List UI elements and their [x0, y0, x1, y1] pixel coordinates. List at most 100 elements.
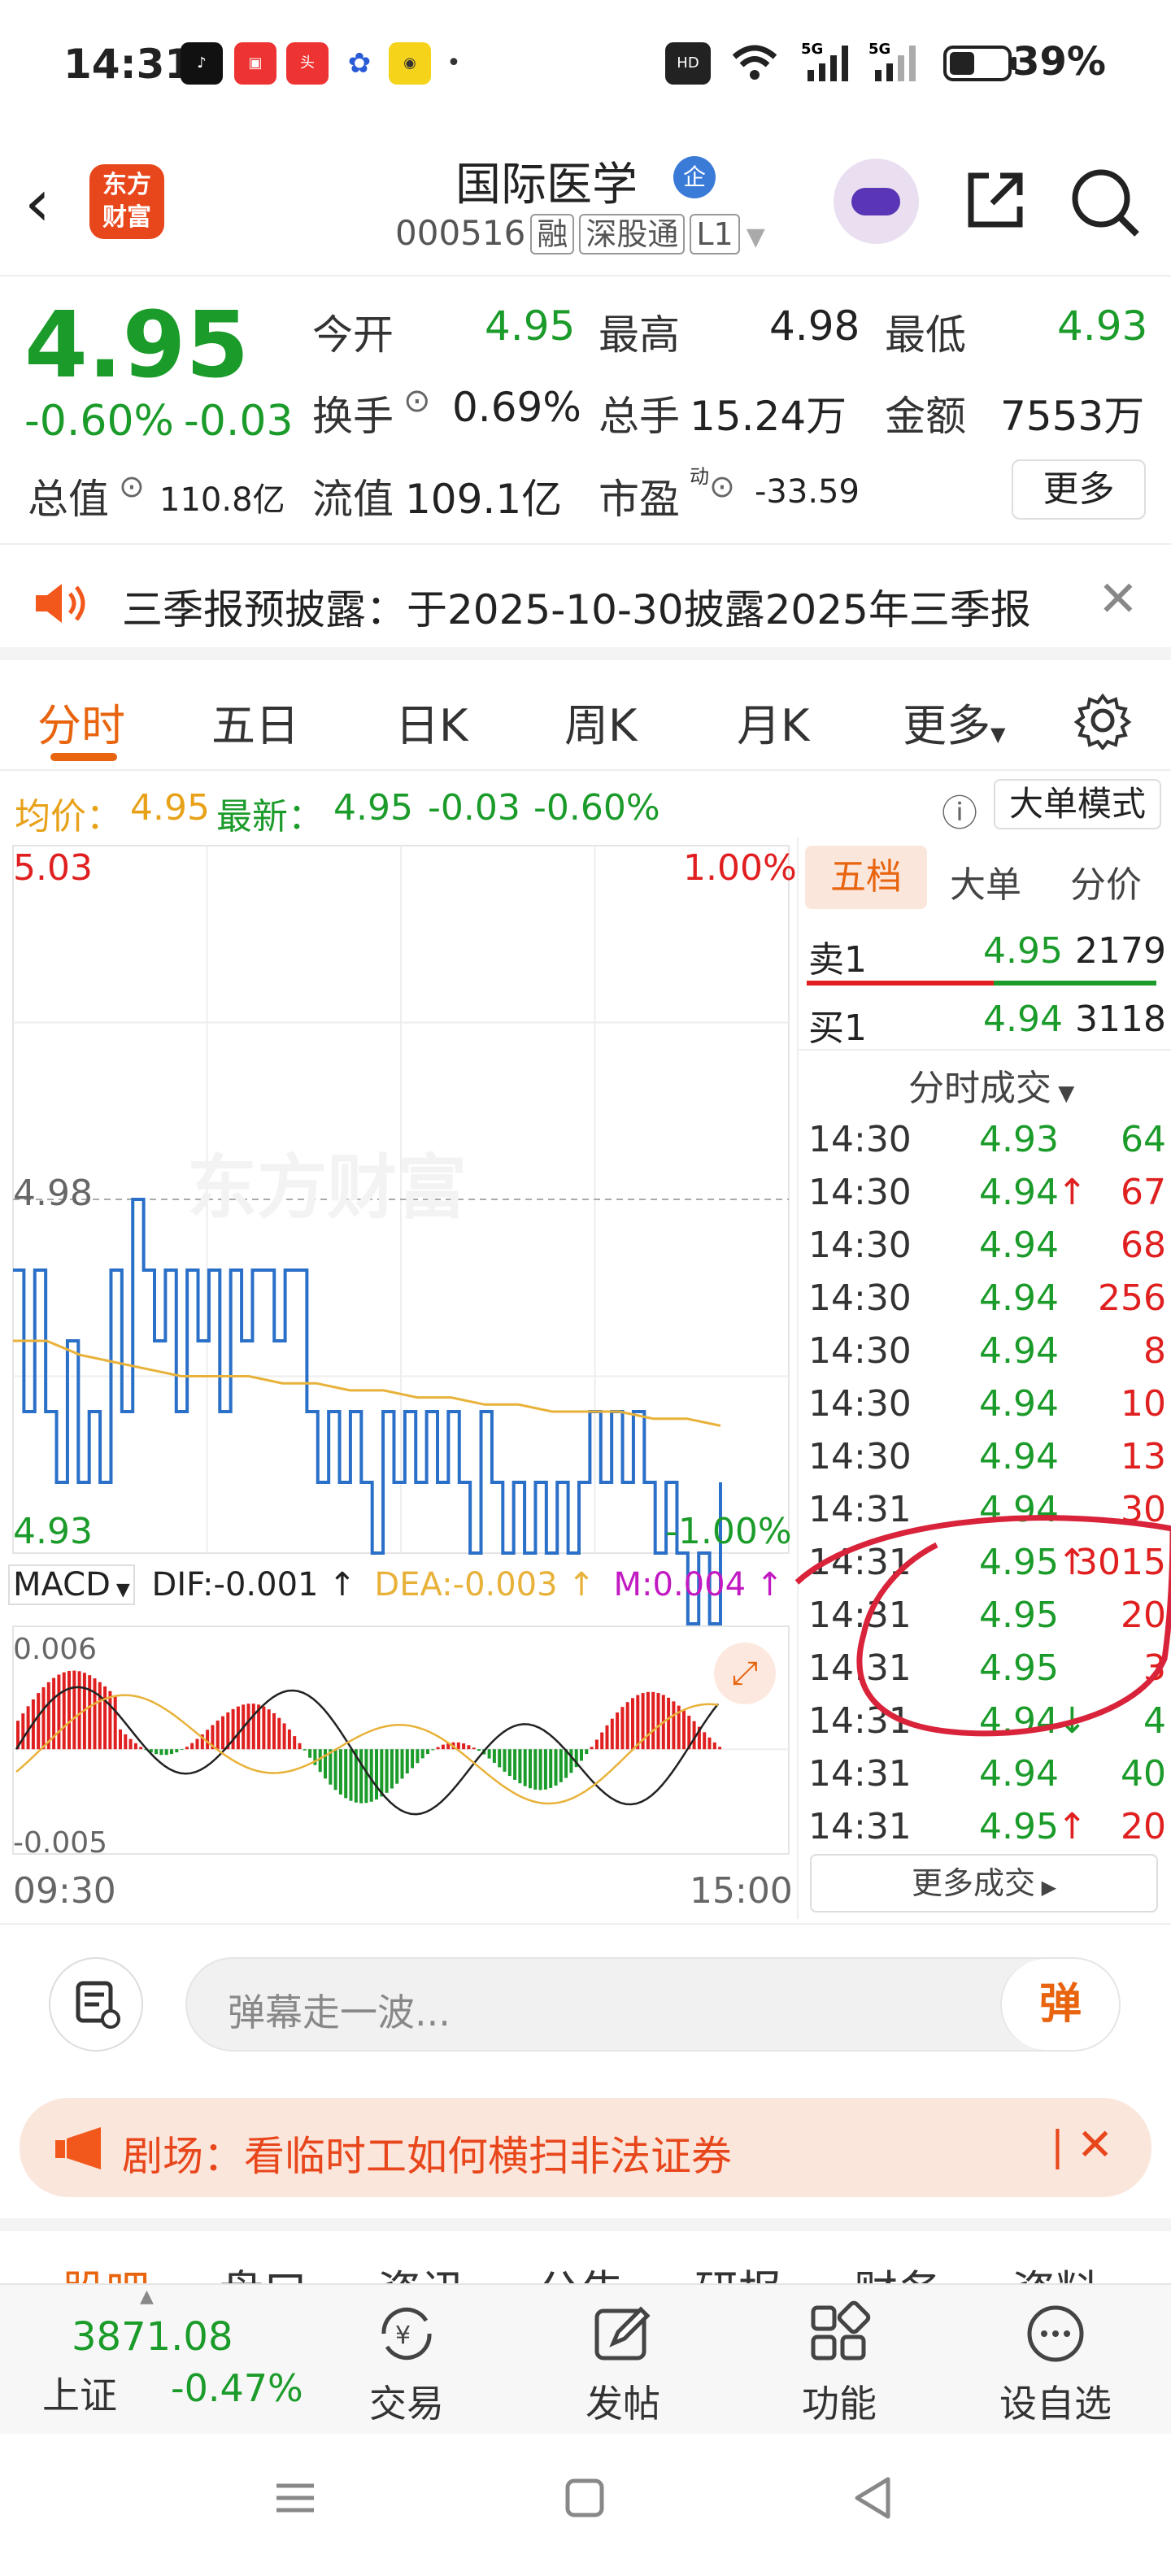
search-icon[interactable] — [1065, 163, 1143, 241]
tab-more[interactable]: 更多▼ — [903, 690, 1005, 754]
danmaku-send-button[interactable]: 弹 — [1000, 1959, 1119, 2050]
tab-news[interactable]: 资讯 — [377, 2256, 465, 2283]
intraday-chart[interactable]: 5.03 1.00% 4.98 4.93 -1.00% 东方财富 MACD ▼ … — [0, 838, 797, 1919]
index-percent: -0.47% — [171, 2366, 303, 2410]
tab-price-dist[interactable]: 分价 — [1070, 855, 1142, 907]
nav-trade[interactable]: ¥ 交易 — [342, 2285, 472, 2435]
tab-forum[interactable]: 股吧 — [62, 2256, 150, 2283]
tab-five-day[interactable]: 五日 — [211, 690, 299, 754]
tick-row: 14:30 4.94 8 — [808, 1327, 1166, 1379]
menu-icon[interactable] — [273, 2476, 317, 2520]
tab-big-orders[interactable]: 大单 — [950, 855, 1021, 907]
connect-tag: 深股通 — [579, 214, 686, 255]
tab-weekly-k[interactable]: 周K — [564, 690, 637, 754]
macd-bar — [426, 1749, 429, 1755]
tab-announcements[interactable]: 公告 — [537, 2256, 625, 2283]
tick-row: 14:30 4.94 10 — [808, 1380, 1166, 1432]
info-icon[interactable]: ⊙ — [119, 468, 145, 504]
tab-research[interactable]: 研报 — [694, 2256, 782, 2283]
tab-finance[interactable]: 财务 — [854, 2256, 942, 2283]
macd-bar — [538, 1749, 542, 1791]
buy-price: 4.94 — [983, 999, 1063, 1040]
macd-bar — [472, 1747, 476, 1750]
expand-icon[interactable]: ⤢ — [714, 1643, 776, 1704]
macd-bar — [405, 1749, 409, 1773]
macd-bar — [175, 1749, 179, 1753]
tab-daily-k[interactable]: 日K — [395, 690, 468, 754]
app-yellow-icon: ◉ — [389, 42, 431, 85]
tab-intraday[interactable]: 分时 — [37, 690, 125, 754]
order-book-panel: 五档 大单 分价 卖1 4.95 2179 买1 4.94 3118 分时成交 … — [794, 838, 1171, 1919]
tab-five-levels[interactable]: 五档 — [805, 846, 927, 909]
macd-bar — [590, 1747, 594, 1750]
close-icon[interactable]: ✕ — [1098, 571, 1138, 628]
home-icon[interactable] — [563, 2476, 607, 2520]
chevron-down-icon[interactable]: ▼ — [747, 223, 765, 251]
tick-volume: 8 — [1143, 1330, 1166, 1372]
nav-post[interactable]: 发帖 — [558, 2285, 688, 2435]
macd-bar — [518, 1749, 522, 1784]
tab-monthly-k[interactable]: 月K — [737, 690, 809, 754]
macd-selector[interactable]: MACD ▼ — [8, 1564, 135, 1605]
chevron-down-icon: ▼ — [1051, 1081, 1075, 1106]
nav-add-watchlist[interactable]: 设自选 — [990, 2285, 1121, 2435]
info-icon[interactable]: ⊙ — [709, 468, 735, 504]
macd-bar — [124, 1734, 128, 1750]
tick-time: 14:30 — [808, 1119, 912, 1160]
bottom-nav: ▲ 3871.08 上证 -0.47% ¥ 交易 发帖 功能 设自选 — [0, 2283, 1171, 2434]
promo-banner[interactable]: 剧场：看临时工如何横扫非法证券 | ✕ — [20, 2098, 1151, 2197]
volume-label: 总手 — [599, 393, 680, 440]
tab-profile[interactable]: 资料 — [1012, 2256, 1099, 2283]
big-order-mode-button[interactable]: 大单模式 — [994, 779, 1161, 829]
app-logo: 东方 财富 — [89, 164, 164, 239]
macd-bar — [441, 1744, 445, 1750]
banner-text: 剧场：看临时工如何横扫非法证券 — [122, 2133, 732, 2180]
tick-price: 4.94 — [979, 1225, 1059, 1266]
tick-row: 14:30 4.93 64 — [808, 1116, 1166, 1168]
macd-bar — [108, 1690, 112, 1750]
index-ticker[interactable]: ▲ 3871.08 上证 -0.47% — [0, 2285, 342, 2435]
info-icon[interactable]: ⊙ — [403, 382, 431, 420]
macd-bar — [262, 1706, 266, 1750]
chevron-down-icon: ▼ — [990, 723, 1006, 746]
tick-price: 4.93 — [979, 1119, 1059, 1160]
macd-bar — [420, 1749, 424, 1759]
back-icon[interactable]: ‹ — [24, 171, 50, 236]
macd-bar — [221, 1716, 224, 1750]
share-icon[interactable] — [960, 163, 1033, 236]
macd-bar — [185, 1747, 189, 1750]
macd-bar — [195, 1738, 199, 1750]
assistant-avatar[interactable] — [834, 159, 919, 244]
back-nav-icon[interactable] — [849, 2474, 896, 2522]
more-quote-button[interactable]: 更多 — [1012, 459, 1146, 520]
notice-bar[interactable]: 三季报预披露：于2025-10-30披露2025年三季报 ✕ — [0, 546, 1171, 660]
macd-bar — [462, 1743, 466, 1750]
macd-bar — [529, 1749, 532, 1789]
macd-bar — [672, 1701, 676, 1750]
macd-bar — [359, 1749, 363, 1804]
settings-icon[interactable] — [1073, 691, 1132, 750]
ticks-header[interactable]: 分时成交 ▼ — [908, 1059, 1074, 1111]
danmaku-input[interactable]: 弹幕走一波... 弹 — [185, 1957, 1121, 2052]
tick-price: 4.94 — [979, 1383, 1059, 1425]
dot-icon: • — [446, 42, 462, 85]
macd-bar — [533, 1749, 538, 1790]
tab-market[interactable]: 盘口 — [220, 2256, 307, 2283]
macd-bar — [206, 1730, 210, 1750]
macd-bar — [282, 1723, 286, 1750]
danmaku-settings-icon[interactable] — [49, 1957, 143, 2052]
chevron-down-icon: ▼ — [110, 1580, 130, 1600]
nav-functions[interactable]: 功能 — [774, 2285, 904, 2435]
macd-bar — [164, 1749, 168, 1756]
more-ticks-button[interactable]: 更多成交 ▶ — [810, 1854, 1158, 1912]
close-icon[interactable]: ✕ — [1077, 2119, 1113, 2170]
macd-bar — [707, 1737, 712, 1750]
chevron-right-icon: ▶ — [1034, 1876, 1057, 1899]
battery-icon — [943, 46, 1016, 81]
help-icon[interactable]: ⓘ — [942, 784, 977, 836]
tab-active-indicator — [50, 753, 117, 761]
macd-bar — [67, 1670, 71, 1750]
baidu-icon: ✿ — [338, 42, 381, 85]
macd-bar — [523, 1749, 527, 1786]
nav-functions-label: 功能 — [802, 2382, 877, 2426]
